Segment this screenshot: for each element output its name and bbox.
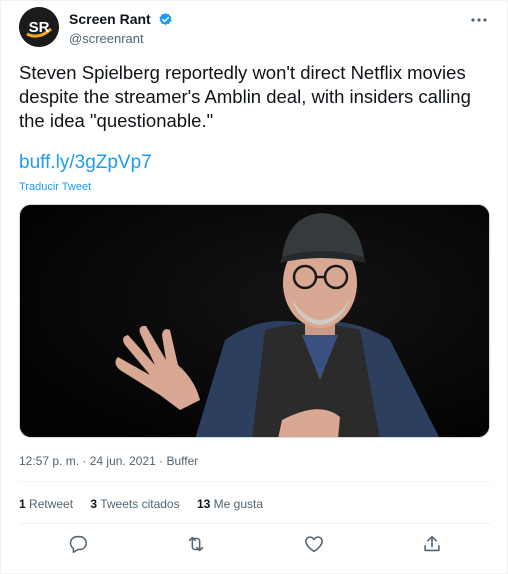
share-icon[interactable] [421,533,447,559]
tweet-header: SR Screen Rant @screenrant [19,7,495,51]
retweets-count: 1 [19,497,26,511]
more-options-icon[interactable] [467,11,491,29]
retweet-icon[interactable] [185,533,211,559]
media-illustration [20,205,489,437]
tweet-card: SR Screen Rant @screenrant Steven Spielb… [0,0,508,574]
tweet-link[interactable]: buff.ly/3gZpVp7 [19,151,152,175]
tweet-meta: 12:57 p. m. · 24 jun. 2021 · Buffer [19,454,198,468]
tweet-stats: 1 Retweet 3 Tweets citados 13 Me gusta [19,497,277,511]
quote-tweets-label: Tweets citados [100,497,180,511]
tweet-text: Steven Spielberg reportedly won't direct… [19,62,471,131]
avatar-logo-text: SR [29,19,50,36]
tweet-media-video-still[interactable] [19,204,490,438]
likes-stat[interactable]: 13 Me gusta [197,497,263,511]
translate-tweet-link[interactable]: Traducir Tweet [19,181,91,193]
retweets-label: Retweet [29,497,74,511]
likes-label: Me gusta [213,497,263,511]
tweet-time[interactable]: 12:57 p. m. [19,454,79,468]
quote-tweets-stat[interactable]: 3 Tweets citados [90,497,183,511]
reply-icon[interactable] [67,533,93,559]
tweet-date[interactable]: 24 jun. 2021 [90,454,156,468]
heart-icon[interactable] [303,533,329,559]
author-display-name[interactable]: Screen Rant [69,11,151,28]
verified-badge-icon [158,12,173,27]
author-names: Screen Rant @screenrant [69,11,173,47]
tweet-source: Buffer [166,454,199,468]
avatar[interactable]: SR [19,7,59,47]
tweet-actions [19,533,491,559]
divider [19,481,491,482]
meta-separator: · [82,454,87,468]
divider [19,523,491,524]
retweets-stat[interactable]: 1 Retweet [19,497,76,511]
likes-count: 13 [196,497,211,511]
meta-separator: · [159,454,164,468]
author-handle[interactable]: @screenrant [69,30,173,47]
quote-tweets-count: 3 [90,497,98,511]
